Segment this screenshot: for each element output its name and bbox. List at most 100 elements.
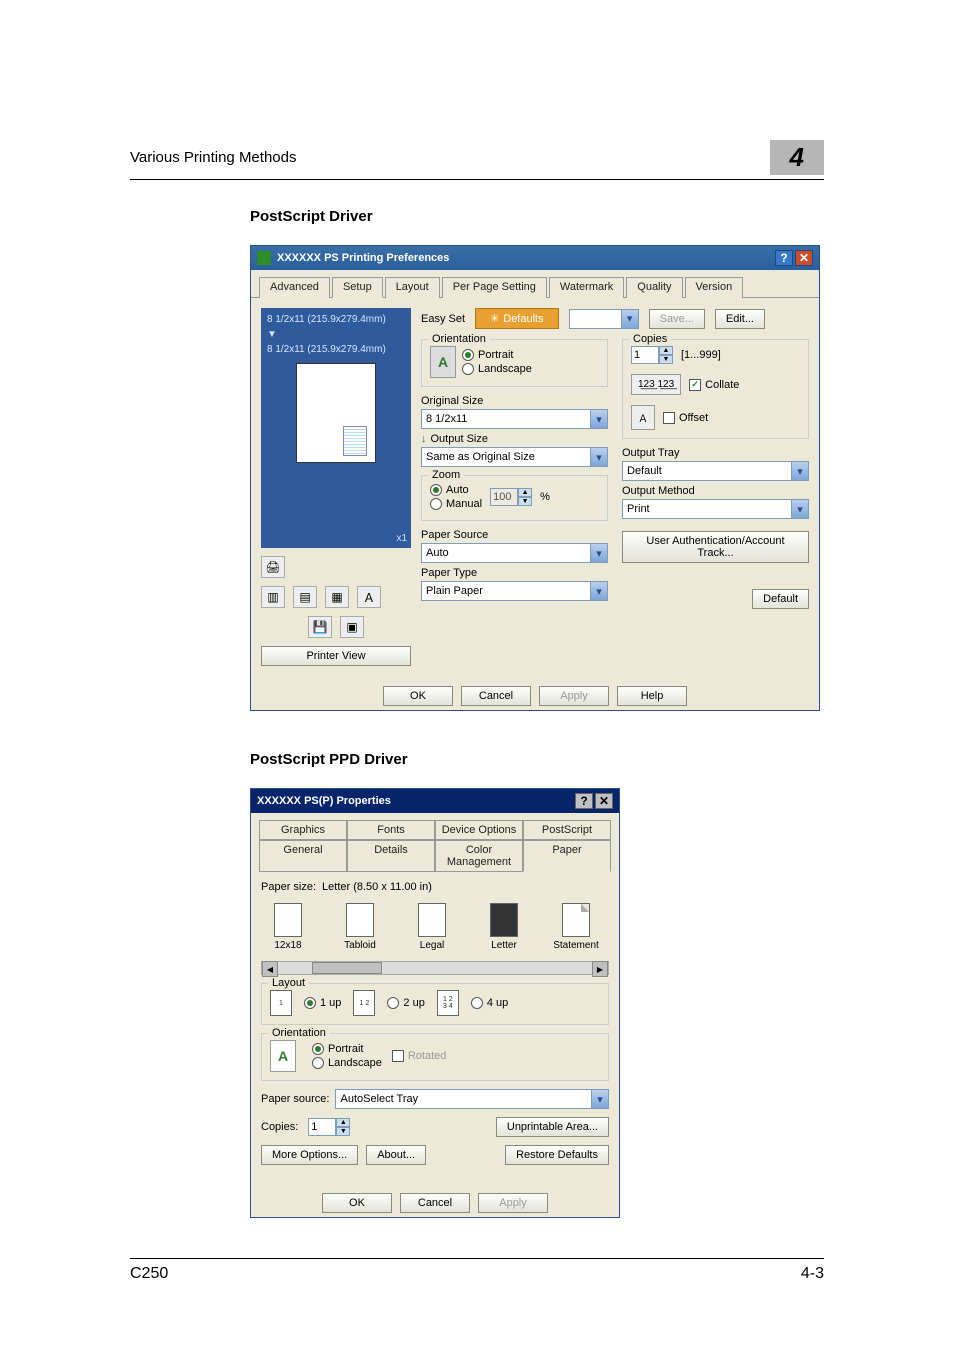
titlebar: XXXXXX PS Printing Preferences ? ✕ [251,246,819,270]
tab-general[interactable]: General [259,840,347,872]
paper-source-label: Paper Source [421,529,608,541]
user-auth-button[interactable]: User Authentication/Account Track... [622,531,809,563]
radio-dot-icon [312,1043,324,1055]
collate-checkbox[interactable]: Collate [689,379,739,391]
easy-set-preset-dropdown[interactable] [569,309,639,329]
radio-portrait[interactable]: Portrait [462,349,532,361]
original-size-dropdown[interactable]: 8 1/2x11 [421,409,608,429]
easy-set-label: Easy Set [421,313,465,325]
output-tray-label: Output Tray [622,447,809,459]
output-size-dropdown[interactable]: Same as Original Size [421,447,608,467]
tab-watermark[interactable]: Watermark [549,277,624,298]
output-method-dropdown[interactable]: Print [622,499,809,519]
help-icon[interactable]: ? [575,793,593,809]
radio-portrait[interactable]: Portrait [312,1043,382,1055]
more-options-button[interactable]: More Options... [261,1145,358,1165]
tab-advanced[interactable]: Advanced [259,277,330,298]
radio-dot-icon [430,484,442,496]
output-method-label: Output Method [622,485,809,497]
paper-tabloid[interactable]: Tabloid [333,903,387,951]
tab-color-management[interactable]: Color Management [435,840,523,872]
copies-input[interactable] [308,1118,336,1136]
star-icon: ✳ [490,312,499,325]
paper-size-caption: Statement [553,940,599,951]
radio-2up[interactable]: 2 up [387,997,424,1009]
paper-source-label: Paper source: [261,1093,329,1105]
two-up-label: 2 up [403,997,424,1009]
tab-setup[interactable]: Setup [332,277,383,298]
output-tray-dropdown[interactable]: Default [622,461,809,481]
close-icon[interactable]: ✕ [795,250,813,266]
tab-details[interactable]: Details [347,840,435,872]
collate-label: Collate [705,379,739,391]
layout-fieldset: Layout 1 1 up 1 2 2 up 1 23 4 [261,983,609,1025]
watermark-icon[interactable]: Ａ [357,586,381,608]
radio-landscape[interactable]: Landscape [462,363,532,375]
tab-paper[interactable]: Paper [523,840,611,872]
copies-input[interactable] [631,346,659,364]
offset-checkbox[interactable]: Offset [663,412,708,424]
apply-button[interactable]: Apply [539,686,609,706]
paper-source-dropdown[interactable]: Auto [421,543,608,563]
collate-icon: 1̲2̲3̲ 1̲2̲3̲ [631,374,681,395]
preview-thumb [296,363,376,463]
layout-2up-icon: 1 2 [353,990,375,1016]
tab-bar: Advanced Setup Layout Per Page Setting W… [251,270,819,298]
radio-dot-icon [312,1057,324,1069]
edit-preset-button[interactable]: Edit... [715,309,765,329]
help-button[interactable]: Help [617,686,687,706]
tab-graphics[interactable]: Graphics [259,820,347,840]
radio-1up[interactable]: 1 up [304,997,341,1009]
restore-defaults-button[interactable]: Restore Defaults [505,1145,609,1165]
paper-size-scrollbar[interactable] [261,961,609,975]
paper-legal[interactable]: Legal [405,903,459,951]
apply-button[interactable]: Apply [478,1193,548,1213]
copies-stepper[interactable]: ▲▼ [308,1118,350,1136]
radio-landscape[interactable]: Landscape [312,1057,382,1069]
printer-view-button[interactable]: Printer View [261,646,411,666]
cancel-button[interactable]: Cancel [400,1193,470,1213]
cancel-button[interactable]: Cancel [461,686,531,706]
layout-legend: Layout [268,977,309,989]
zoom-value-stepper[interactable]: ▲▼ [490,488,532,506]
radio-zoom-auto[interactable]: Auto [430,484,482,496]
layout-4up-icon: 1 23 4 [437,990,459,1016]
copies-stepper[interactable]: ▲▼ [631,346,673,364]
print-mode-icon[interactable]: 🖨 [261,556,285,578]
portrait-label: Portrait [478,349,513,361]
orientation-fieldset: Orientation A Portrait [421,339,608,387]
tab-per-page-setting[interactable]: Per Page Setting [442,277,547,298]
booklet-icon[interactable]: ▤ [293,586,317,608]
radio-4up[interactable]: 4 up [471,997,508,1009]
ok-button[interactable]: OK [322,1193,392,1213]
save-preset-button[interactable]: Save... [649,309,705,329]
paper-source-dropdown[interactable]: AutoSelect Tray [335,1089,609,1109]
paper-letter[interactable]: Letter [477,903,531,951]
tab-layout[interactable]: Layout [385,277,440,298]
about-button[interactable]: About... [366,1145,426,1165]
close-icon[interactable]: ✕ [595,793,613,809]
help-icon[interactable]: ? [775,250,793,266]
tab-version[interactable]: Version [685,277,744,298]
paper-statement[interactable]: Statement [549,903,603,951]
nup-icon[interactable]: ▦ [325,586,349,608]
radio-zoom-manual[interactable]: Manual [430,498,482,510]
copies-legend: Copies [629,333,671,345]
tab-quality[interactable]: Quality [626,277,682,298]
unprintable-area-button[interactable]: Unprintable Area... [496,1117,609,1137]
default-button[interactable]: Default [752,589,809,609]
tab-fonts[interactable]: Fonts [347,820,435,840]
account-icon[interactable]: ▣ [340,616,364,638]
page-header-title: Various Printing Methods [130,149,296,166]
ok-button[interactable]: OK [383,686,453,706]
paper-type-dropdown[interactable]: Plain Paper [421,581,608,601]
tab-device-options[interactable]: Device Options [435,820,523,840]
tab-postscript[interactable]: PostScript [523,820,611,840]
paper-12x18[interactable]: 12x18 [261,903,315,951]
checkbox-icon [689,379,701,391]
save-doc-icon[interactable]: 💾 [308,616,332,638]
paper-size-caption: Letter [491,940,517,951]
duplex-off-icon[interactable]: ▥ [261,586,285,608]
paper-size-picker[interactable]: 12x18 Tabloid Legal Letter Statement [261,903,609,951]
radio-dot-icon [471,997,483,1009]
